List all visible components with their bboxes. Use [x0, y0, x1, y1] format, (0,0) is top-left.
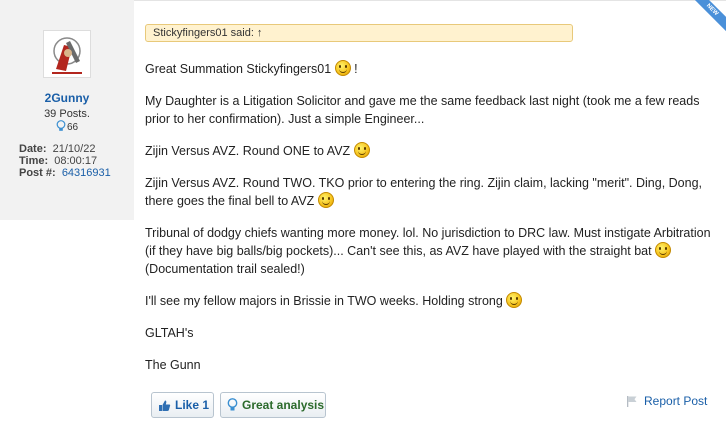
post-paragraph: GLTAH's [145, 324, 715, 342]
report-post-link[interactable]: Report Post [626, 394, 707, 408]
author-likes: 66 [0, 120, 134, 133]
date-label: Date: [19, 143, 47, 155]
author-likes-count: 66 [66, 122, 79, 133]
post-text: The Gunn [145, 358, 201, 372]
post-meta: Date: 21/10/22 Time: 08:00:17 Post #: 64… [19, 143, 111, 179]
author-sidebar: 2Gunny 39 Posts. 66 Date: 21/10/22 Time:… [0, 0, 134, 220]
like-button[interactable]: Like 1 [151, 392, 214, 418]
post-number-label: Post #: [19, 167, 56, 179]
new-ribbon-label: NEW [694, 0, 726, 32]
great-analysis-label: Great analysis [242, 398, 325, 412]
author-username[interactable]: 2Gunny [0, 91, 134, 105]
smiley-icon [506, 292, 523, 308]
post-paragraph: Tribunal of dodgy chiefs wanting more mo… [145, 224, 715, 278]
smiley-icon [317, 192, 334, 208]
smiley-icon [334, 60, 351, 76]
time-label: Time: [19, 155, 49, 167]
like-button-label: Like 1 [175, 398, 210, 412]
new-ribbon: NEW [694, 0, 726, 32]
thumbs-up-icon [159, 400, 171, 411]
post-text: My Daughter is a Litigation Solicitor an… [145, 94, 700, 126]
time-value: 08:00:17 [54, 155, 98, 167]
smiley-icon [655, 242, 672, 258]
lightbulb-icon [227, 398, 238, 411]
author-post-count: 39 Posts. [44, 108, 90, 120]
avatar-image [44, 31, 90, 77]
quote-attribution[interactable]: Stickyfingers01 said: ↑ [153, 27, 262, 39]
post-paragraph: I'll see my fellow majors in Brissie in … [145, 292, 715, 310]
great-analysis-button[interactable]: Great analysis [220, 392, 326, 418]
post-paragraph: My Daughter is a Litigation Solicitor an… [145, 92, 715, 128]
date-value: 21/10/22 [52, 143, 96, 155]
post-text: Zijin Versus AVZ. Round ONE to AVZ [145, 144, 351, 158]
post-paragraph: Great Summation Stickyfingers01 ! [145, 60, 715, 78]
post-text: Great Summation Stickyfingers01 [145, 62, 332, 76]
post-body: Great Summation Stickyfingers01 ! My Dau… [145, 60, 715, 388]
post-paragraph: The Gunn [145, 356, 715, 374]
post-text: GLTAH's [145, 326, 194, 340]
smiley-icon [353, 142, 370, 158]
post-text: ! [354, 62, 358, 76]
quote-header[interactable]: Stickyfingers01 said: ↑ [145, 24, 573, 42]
post-paragraph: Zijin Versus AVZ. Round TWO. TKO prior t… [145, 174, 715, 210]
post-text: Tribunal of dodgy chiefs wanting more mo… [145, 226, 711, 258]
post-text: (Documentation trail sealed!) [145, 262, 305, 276]
post-text: I'll see my fellow majors in Brissie in … [145, 294, 503, 308]
avatar[interactable] [43, 30, 91, 78]
flag-icon [627, 396, 637, 407]
post-text: Zijin Versus AVZ. Round TWO. TKO prior t… [145, 176, 703, 208]
report-post-label: Report Post [644, 394, 708, 408]
post-number-link[interactable]: 64316931 [62, 167, 111, 179]
post-paragraph: Zijin Versus AVZ. Round ONE to AVZ [145, 142, 715, 160]
lightbulb-icon [56, 120, 66, 131]
